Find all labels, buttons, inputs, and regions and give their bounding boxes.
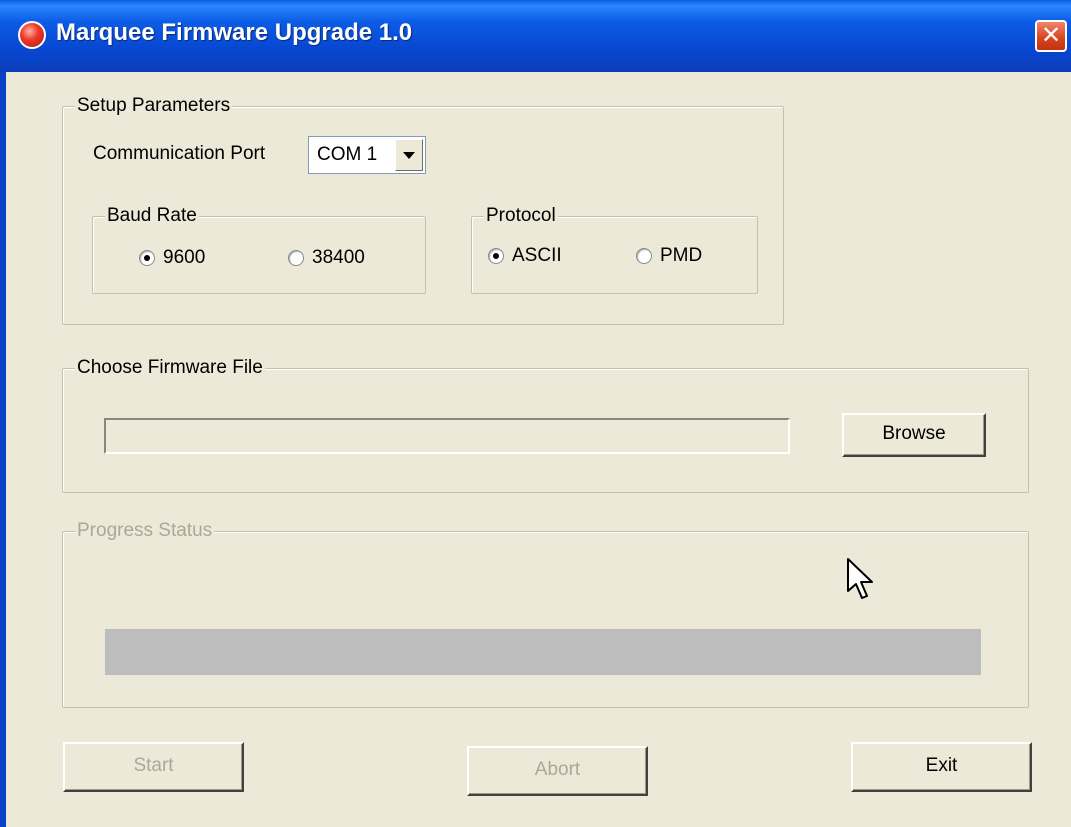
abort-button-label: Abort	[534, 759, 581, 780]
communication-port-select[interactable]: COM 1	[308, 136, 426, 174]
title-bar[interactable]: Marquee Firmware Upgrade 1.0 ✕	[0, 0, 1071, 72]
baud-radio-9600[interactable]: 9600	[139, 247, 205, 269]
progress-status-label: Progress Status	[75, 520, 215, 542]
baud-rate-label: Baud Rate	[105, 205, 199, 227]
protocol-radio-ascii[interactable]: ASCII	[488, 245, 562, 267]
radio-checked-icon	[139, 250, 155, 266]
baud-radio-38400[interactable]: 38400	[288, 247, 365, 269]
radio-unchecked-icon	[288, 250, 304, 266]
protocol-radio-label: PMD	[660, 245, 703, 266]
app-logo-icon	[18, 21, 46, 49]
browse-button[interactable]: Browse	[842, 413, 986, 457]
exit-button-label: Exit	[925, 755, 958, 776]
start-button[interactable]: Start	[63, 742, 244, 792]
communication-port-label: Communication Port	[93, 143, 266, 164]
radio-unchecked-icon	[636, 248, 652, 264]
close-icon: ✕	[1040, 21, 1062, 49]
radio-checked-icon	[488, 248, 504, 264]
baud-radio-label: 9600	[163, 247, 206, 268]
protocol-radio-pmd[interactable]: PMD	[636, 245, 702, 267]
choose-firmware-label: Choose Firmware File	[75, 357, 265, 379]
exit-button[interactable]: Exit	[851, 742, 1032, 792]
start-button-label: Start	[133, 755, 174, 776]
chevron-down-icon[interactable]	[395, 139, 423, 171]
window-title: Marquee Firmware Upgrade 1.0	[56, 19, 413, 46]
close-button[interactable]: ✕	[1035, 20, 1067, 52]
abort-button[interactable]: Abort	[467, 746, 648, 796]
protocol-label: Protocol	[484, 205, 558, 227]
progress-status-group: Progress Status	[62, 520, 1029, 708]
mouse-pointer-icon	[847, 558, 873, 599]
firmware-file-path-field[interactable]	[104, 418, 790, 454]
browse-button-label: Browse	[882, 423, 946, 444]
window-border	[0, 72, 6, 827]
protocol-radio-label: ASCII	[512, 245, 562, 266]
baud-radio-label: 38400	[312, 247, 365, 268]
firmware-upgrade-window: Marquee Firmware Upgrade 1.0 ✕ Setup Par…	[0, 0, 1071, 827]
upgrade-progress-bar	[104, 628, 982, 676]
setup-parameters-label: Setup Parameters	[75, 95, 233, 117]
communication-port-value: COM 1	[317, 144, 378, 165]
